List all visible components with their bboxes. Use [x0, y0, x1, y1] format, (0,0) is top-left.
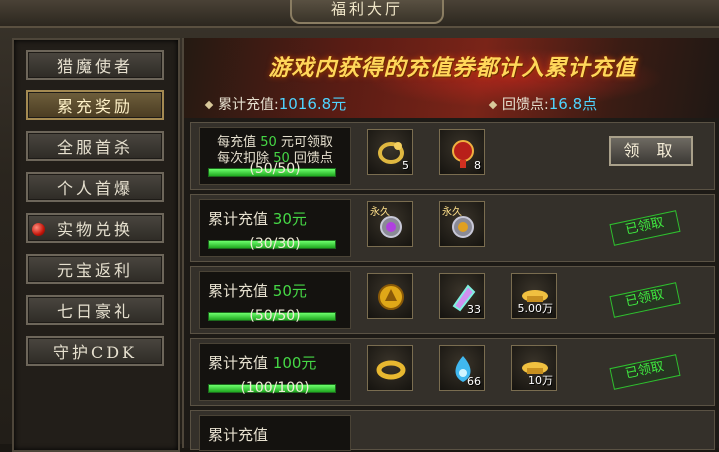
- sidebar-item-guard-cdk[interactable]: 守护CDK: [26, 336, 164, 366]
- reward-row-30: 累计充值 30元 (30/30) 永久 永久 已领取: [190, 194, 715, 262]
- reward-item[interactable]: 66: [439, 345, 485, 391]
- cumulative-label: 累计充值:: [218, 97, 279, 113]
- progress-text: (50/50): [249, 308, 301, 324]
- sidebar-item-demon-hunter[interactable]: 猎魔使者: [26, 50, 164, 80]
- row-info: 累计充值 100元 (100/100): [199, 343, 351, 401]
- sidebar-item-ingot-rebate[interactable]: 元宝返利: [26, 254, 164, 284]
- points-value: 16.8点: [548, 95, 598, 113]
- item-count: 5.00万: [517, 302, 554, 315]
- claimed-stamp: 已领取: [609, 210, 681, 246]
- reward-item[interactable]: 10万: [511, 345, 557, 391]
- sidebar-item-server-first-kill[interactable]: 全服首杀: [26, 131, 164, 161]
- sidebar: 猎魔使者 累充奖励 全服首杀 个人首爆 实物兑换 元宝返利 七日豪礼 守护CDK: [12, 38, 180, 452]
- title-bar: 福利大厅: [0, 0, 719, 28]
- claim-button[interactable]: 领 取: [609, 136, 693, 166]
- sidebar-item-personal-first-drop[interactable]: 个人首爆: [26, 172, 164, 202]
- threshold-text: 累计充值: [208, 210, 269, 228]
- reward-item[interactable]: 永久: [367, 201, 413, 247]
- item-count: 66: [467, 375, 481, 388]
- progress-text: (100/100): [240, 380, 310, 396]
- sidebar-item-label: 实物兑换: [56, 220, 133, 239]
- reward-item[interactable]: 8: [439, 129, 485, 175]
- threshold-label: 累计充值 100元: [208, 352, 316, 373]
- threshold-label: 累计充值: [208, 426, 269, 444]
- cumulative-value: 1016.8元: [278, 95, 347, 113]
- welfare-hall-window: 福利大厅 猎魔使者 累充奖励 全服首杀 个人首爆 实物兑换 元宝返利 七日豪礼 …: [0, 0, 719, 452]
- banner: 游戏内获得的充值券都计入累计充值 累计充值:1016.8元 回馈点:16.8点: [184, 38, 719, 118]
- item-count: 5: [402, 159, 409, 172]
- diamond-icon: [204, 100, 214, 110]
- threshold-text: 累计充值: [208, 354, 269, 372]
- reward-item[interactable]: [367, 273, 413, 319]
- gold-medallion-icon: [378, 284, 404, 310]
- row-info: 累计充值 30元 (30/30): [199, 199, 351, 257]
- reward-item[interactable]: 5.00万: [511, 273, 557, 319]
- points-label: 回馈点:: [502, 97, 549, 113]
- gold-ring-icon: [376, 360, 406, 380]
- feedback-points-stat: 回馈点:16.8点: [488, 93, 598, 114]
- threshold-amount: 100元: [272, 354, 317, 372]
- cumulative-recharge-stat: 累计充值:1016.8元: [204, 93, 347, 114]
- sidebar-item-physical-exchange[interactable]: 实物兑换: [26, 213, 164, 243]
- reward-item[interactable]: [367, 345, 413, 391]
- gold-orb-icon: [452, 216, 474, 238]
- reward-item[interactable]: 33: [439, 273, 485, 319]
- reward-row-repeatable: 每充值 50 元可领取 每次扣除 50 回馈点 (50/50) 5 8 领 取: [190, 122, 715, 190]
- threshold-amount: 50元: [272, 282, 307, 300]
- threshold-label: 累计充值 50元: [208, 280, 307, 301]
- diamond-icon: [488, 100, 498, 110]
- reward-row-100: 累计充值 100元 (100/100) 66 10万 已领取: [190, 338, 715, 406]
- row-info: 累计充值: [199, 415, 351, 451]
- progress-text: (30/30): [249, 236, 301, 252]
- sidebar-item-cumulative-recharge[interactable]: 累充奖励: [26, 90, 164, 120]
- red-dot-icon: [32, 223, 45, 236]
- sidebar-item-seven-day-gift[interactable]: 七日豪礼: [26, 295, 164, 325]
- reward-row-partial: 累计充值: [190, 410, 715, 451]
- item-count: 10万: [528, 374, 553, 387]
- banner-headline: 游戏内获得的充值券都计入累计充值: [268, 56, 637, 81]
- reward-row-50: 累计充值 50元 (50/50) 33 5.00万 已领取: [190, 266, 715, 334]
- claimed-stamp: 已领取: [609, 282, 681, 318]
- item-count: 8: [474, 159, 481, 172]
- window-title: 福利大厅: [290, 0, 444, 24]
- item-count: 33: [467, 303, 481, 316]
- progress-text: (50/50): [249, 161, 301, 177]
- reward-item[interactable]: 5: [367, 129, 413, 175]
- row-info: 每充值 50 元可领取 每次扣除 50 回馈点 (50/50): [199, 127, 351, 185]
- claimed-stamp: 已领取: [609, 354, 681, 390]
- threshold-label: 累计充值 30元: [208, 208, 307, 229]
- threshold-text: 累计充值: [208, 282, 269, 300]
- main-panel: 游戏内获得的充值券都计入累计充值 累计充值:1016.8元 回馈点:16.8点 …: [182, 38, 719, 451]
- row-info: 累计充值 50元 (50/50): [199, 271, 351, 329]
- purple-orb-icon: [380, 216, 402, 238]
- threshold-amount: 30元: [272, 210, 307, 228]
- reward-item[interactable]: 永久: [439, 201, 485, 247]
